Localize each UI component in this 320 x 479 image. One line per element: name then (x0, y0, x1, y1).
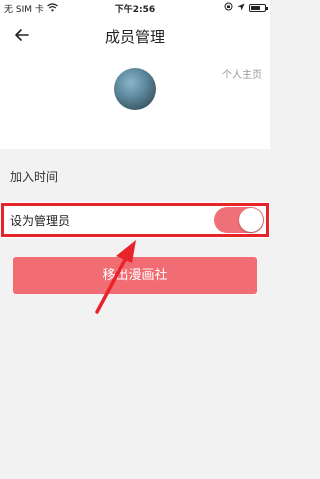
status-bar: 无 SIM 卡 下午2:56 (0, 0, 270, 16)
profile-section: 个人主页 (0, 54, 270, 149)
battery-fill (251, 6, 261, 10)
remove-member-button[interactable]: 移出漫画社 (13, 257, 257, 294)
location-icon (237, 3, 245, 14)
rotation-lock-icon (224, 2, 233, 14)
nav-bar: 成员管理 (0, 16, 270, 54)
join-time-row: 加入时间 (0, 158, 270, 196)
status-right (224, 2, 268, 14)
page-title: 成员管理 (104, 28, 165, 46)
join-time-label: 加入时间 (10, 170, 59, 184)
profile-link[interactable]: 个人主页 (222, 66, 262, 81)
highlight-box (1, 203, 269, 237)
battery-icon (249, 4, 268, 12)
avatar[interactable] (114, 68, 156, 110)
